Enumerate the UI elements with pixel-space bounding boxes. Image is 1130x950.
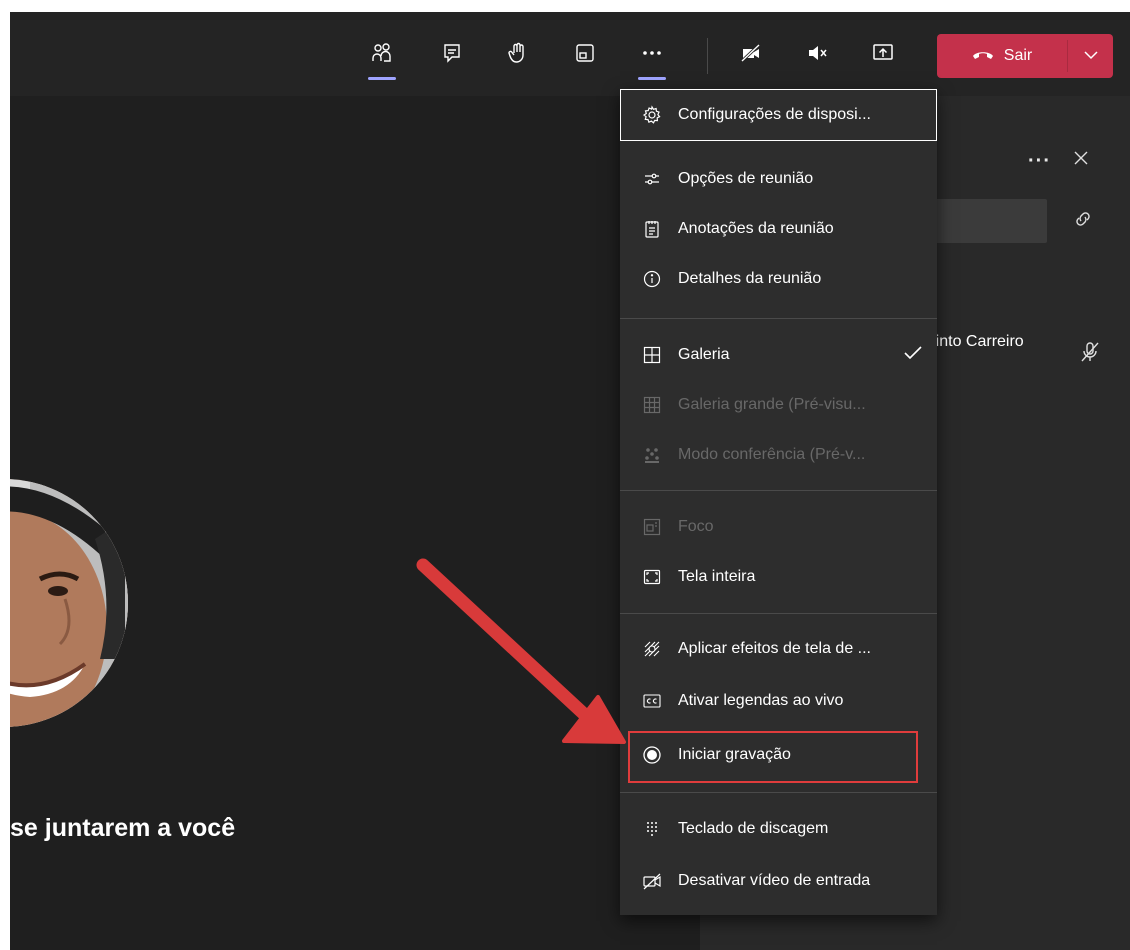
teams-meeting-window: Sair se juntarem a você	[10, 12, 1130, 950]
speaker-toggle-button[interactable]	[800, 38, 834, 72]
menu-item-label: Configurações de disposi...	[678, 106, 871, 123]
leave-button-group: Sair	[937, 34, 1113, 78]
people-icon	[371, 42, 393, 69]
menu-item-meeting-details[interactable]: Detalhes da reunião	[620, 259, 937, 299]
waiting-message: se juntarem a você	[10, 814, 236, 842]
grid-icon	[642, 345, 662, 365]
menu-item-device-settings[interactable]: Configurações de disposi...	[620, 95, 937, 135]
link-icon	[1072, 212, 1094, 234]
menu-item-background-effects[interactable]: Aplicar efeitos de tela de ...	[620, 629, 937, 669]
share-tray-button[interactable]	[866, 38, 900, 72]
menu-separator	[620, 318, 937, 319]
menu-item-large-gallery: Galeria grande (Pré-visu...	[620, 385, 937, 425]
copy-link-button[interactable]	[1072, 208, 1094, 230]
camera-toggle-button[interactable]	[734, 38, 768, 72]
people-button[interactable]	[365, 38, 399, 80]
share-tray-icon	[872, 42, 894, 69]
focus-icon	[642, 517, 662, 537]
menu-separator	[620, 792, 937, 793]
more-actions-button[interactable]	[635, 38, 669, 80]
menu-item-live-captions[interactable]: Ativar legendas ao vivo	[620, 681, 937, 721]
panel-more-options-button[interactable]: ···	[1028, 150, 1051, 173]
participant-avatar	[10, 479, 128, 727]
raise-hand-button[interactable]	[501, 38, 535, 72]
large-grid-icon	[642, 395, 662, 415]
menu-separator	[620, 490, 937, 491]
menu-item-label: Galeria	[678, 346, 730, 363]
chevron-down-icon	[1083, 47, 1098, 65]
highlight-box	[628, 731, 918, 783]
together-mode-icon	[642, 445, 662, 465]
leave-button[interactable]: Sair	[937, 34, 1067, 78]
fullscreen-icon	[642, 567, 662, 587]
more-actions-menu: Configurações de disposi... Opções de re…	[620, 89, 937, 915]
captions-icon	[642, 691, 662, 711]
breakout-rooms-icon	[574, 42, 596, 69]
active-indicator	[368, 77, 396, 80]
camera-off-icon	[740, 42, 762, 69]
participant-mic-status	[1078, 340, 1102, 364]
dialpad-icon	[642, 819, 662, 839]
notes-icon	[642, 219, 662, 239]
menu-item-turn-off-incoming-video[interactable]: Desativar vídeo de entrada	[620, 861, 937, 901]
menu-item-label: Teclado de discagem	[678, 820, 829, 837]
sliders-icon	[642, 169, 662, 189]
close-icon	[1070, 151, 1092, 173]
leave-options-button[interactable]	[1068, 34, 1113, 78]
chat-button[interactable]	[435, 38, 469, 72]
chat-icon	[441, 42, 463, 69]
menu-item-dial-pad[interactable]: Teclado de discagem	[620, 809, 937, 849]
speaker-mute-icon	[806, 42, 828, 69]
raise-hand-icon	[507, 42, 529, 69]
more-horizontal-icon: ···	[1028, 150, 1051, 172]
leave-label: Sair	[1003, 47, 1033, 64]
menu-item-meeting-options[interactable]: Opções de reunião	[620, 159, 937, 199]
menu-item-label: Ativar legendas ao vivo	[678, 692, 844, 709]
mic-off-icon	[1078, 342, 1102, 368]
more-actions-icon	[641, 42, 663, 69]
participant-name: Pinto Carreiro	[925, 333, 1024, 350]
menu-item-label: Aplicar efeitos de tela de ...	[678, 640, 871, 657]
menu-item-label: Tela inteira	[678, 568, 756, 585]
toolbar-divider	[707, 38, 708, 74]
info-icon	[642, 269, 662, 289]
gear-icon	[642, 105, 662, 125]
menu-item-label: Foco	[678, 518, 714, 535]
hang-up-icon	[972, 47, 994, 65]
menu-separator	[620, 613, 937, 614]
menu-item-meeting-notes[interactable]: Anotações da reunião	[620, 209, 937, 249]
menu-item-gallery[interactable]: Galeria	[620, 335, 937, 375]
meeting-toolbar: Sair	[10, 12, 1130, 96]
menu-item-label: Desativar vídeo de entrada	[678, 872, 871, 889]
background-effects-icon	[642, 639, 662, 659]
menu-item-label: Modo conferência (Pré-v...	[678, 446, 866, 463]
active-indicator	[638, 77, 666, 80]
menu-item-label: Galeria grande (Pré-visu...	[678, 396, 866, 413]
menu-item-label: Detalhes da reunião	[678, 270, 822, 287]
menu-item-together-mode: Modo conferência (Pré-v...	[620, 435, 937, 475]
checkmark-icon	[903, 345, 923, 366]
menu-item-label: Opções de reunião	[678, 170, 814, 187]
video-off-icon	[642, 871, 662, 891]
breakout-rooms-button[interactable]	[568, 38, 602, 72]
panel-close-button[interactable]	[1070, 147, 1092, 169]
menu-item-full-screen[interactable]: Tela inteira	[620, 557, 937, 597]
menu-item-label: Anotações da reunião	[678, 220, 834, 237]
menu-item-focus: Foco	[620, 507, 937, 547]
meeting-stage: se juntarem a você	[10, 96, 700, 950]
